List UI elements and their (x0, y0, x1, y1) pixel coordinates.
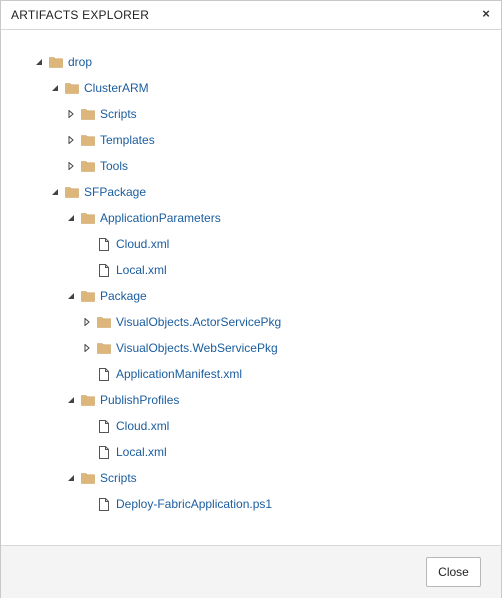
folder-icon (49, 56, 63, 68)
tree-node-label[interactable]: Local.xml (116, 445, 167, 459)
tree-node-label[interactable]: Local.xml (116, 263, 167, 277)
file-icon (97, 498, 111, 511)
folder-icon (81, 134, 95, 146)
tree-node-label[interactable]: Deploy-FabricApplication.ps1 (116, 497, 272, 511)
tree-node-label[interactable]: ApplicationManifest.xml (116, 367, 242, 381)
folder-icon (81, 160, 95, 172)
folder-icon (81, 290, 95, 302)
triangle-down-icon[interactable] (66, 213, 76, 223)
folder-icon (65, 186, 79, 198)
tree-node-scripts[interactable]: Scripts (66, 468, 137, 488)
triangle-right-icon[interactable] (66, 135, 76, 145)
tree-node-label[interactable]: Cloud.xml (116, 419, 169, 433)
triangle-down-icon[interactable] (50, 187, 60, 197)
file-icon (97, 368, 111, 381)
tree-node-visualobjects-actorservicepkg[interactable]: VisualObjects.ActorServicePkg (82, 312, 281, 332)
tree-node-cloud-xml[interactable]: Cloud.xml (82, 234, 169, 254)
file-icon (97, 264, 111, 277)
tree-node-label[interactable]: Package (100, 289, 147, 303)
tree-node-applicationparameters[interactable]: ApplicationParameters (66, 208, 221, 228)
artifacts-tree: drop ClusterARM Scripts Templates Tools SFPac… (1, 30, 501, 544)
tree-node-cloud-xml[interactable]: Cloud.xml (82, 416, 169, 436)
dialog-title: ARTIFACTS EXPLORER (11, 8, 150, 22)
tree-node-label[interactable]: drop (68, 55, 92, 69)
file-icon (97, 420, 111, 433)
tree-node-visualobjects-webservicepkg[interactable]: VisualObjects.WebServicePkg (82, 338, 278, 358)
dialog-footer: Close (1, 545, 501, 598)
tree-node-label[interactable]: Tools (100, 159, 128, 173)
triangle-down-icon[interactable] (66, 395, 76, 405)
folder-icon (81, 108, 95, 120)
dialog-header: ARTIFACTS EXPLORER × (1, 1, 501, 30)
tree-node-templates[interactable]: Templates (66, 130, 155, 150)
tree-node-drop[interactable]: drop (34, 52, 92, 72)
triangle-right-icon[interactable] (82, 317, 92, 327)
tree-node-publishprofiles[interactable]: PublishProfiles (66, 390, 179, 410)
artifacts-explorer-dialog: ARTIFACTS EXPLORER × drop ClusterARM Scrip… (0, 0, 502, 598)
tree-node-scripts[interactable]: Scripts (66, 104, 137, 124)
tree-node-package[interactable]: Package (66, 286, 147, 306)
tree-node-label[interactable]: VisualObjects.WebServicePkg (116, 341, 278, 355)
file-icon (97, 238, 111, 251)
triangle-right-icon[interactable] (66, 109, 76, 119)
tree-node-label[interactable]: Scripts (100, 471, 137, 485)
file-icon (97, 446, 111, 459)
folder-icon (65, 82, 79, 94)
triangle-down-icon[interactable] (34, 57, 44, 67)
triangle-right-icon[interactable] (82, 343, 92, 353)
tree-node-label[interactable]: VisualObjects.ActorServicePkg (116, 315, 281, 329)
folder-icon (81, 472, 95, 484)
triangle-right-icon[interactable] (66, 161, 76, 171)
tree-node-clusterarm[interactable]: ClusterARM (50, 78, 149, 98)
tree-node-local-xml[interactable]: Local.xml (82, 442, 167, 462)
tree-node-sfpackage[interactable]: SFPackage (50, 182, 146, 202)
folder-icon (97, 342, 111, 354)
tree-node-applicationmanifest-xml[interactable]: ApplicationManifest.xml (82, 364, 242, 384)
tree-node-label[interactable]: SFPackage (84, 185, 146, 199)
tree-node-label[interactable]: Cloud.xml (116, 237, 169, 251)
tree-node-deploy-fabricapplication-ps1[interactable]: Deploy-FabricApplication.ps1 (82, 494, 272, 514)
folder-icon (97, 316, 111, 328)
folder-icon (81, 212, 95, 224)
tree-node-local-xml[interactable]: Local.xml (82, 260, 167, 280)
tree-node-label[interactable]: Templates (100, 133, 155, 147)
tree-node-label[interactable]: ApplicationParameters (100, 211, 221, 225)
triangle-down-icon[interactable] (66, 473, 76, 483)
tree-node-label[interactable]: PublishProfiles (100, 393, 179, 407)
folder-icon (81, 394, 95, 406)
tree-node-label[interactable]: ClusterARM (84, 81, 149, 95)
triangle-down-icon[interactable] (66, 291, 76, 301)
triangle-down-icon[interactable] (50, 83, 60, 93)
close-button[interactable]: Close (426, 557, 481, 587)
tree-node-label[interactable]: Scripts (100, 107, 137, 121)
close-icon[interactable]: × (478, 6, 494, 22)
tree-node-tools[interactable]: Tools (66, 156, 128, 176)
